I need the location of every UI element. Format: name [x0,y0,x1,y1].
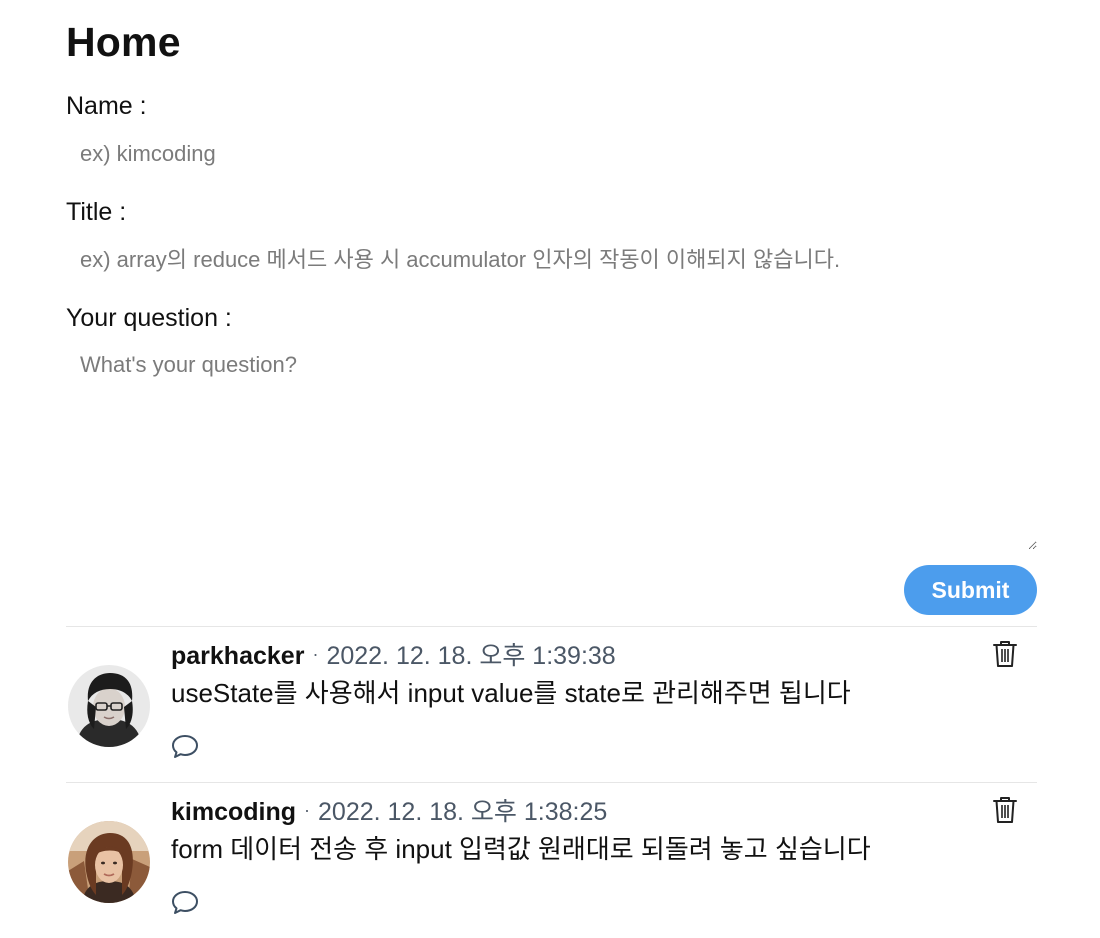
delete-button[interactable] [992,639,1018,669]
avatar [68,665,150,747]
avatar [68,821,150,903]
discussion-timestamp: 2022. 12. 18. 오후 1:38:25 [318,798,608,826]
title-label: Title : [66,198,127,226]
discussion-meta: kimcoding · 2022. 12. 18. 오후 1:38:25 [171,797,607,829]
trash-icon [993,641,1017,667]
avatar-image [68,821,150,903]
title-input[interactable] [66,240,1037,280]
meta-separator: · [304,800,311,820]
meta-separator: · [312,644,319,664]
trash-icon [993,797,1017,823]
discussion-item: kimcoding · 2022. 12. 18. 오후 1:38:25 form … [66,782,1037,938]
page-title: Home [66,19,181,65]
name-input[interactable] [66,134,1037,174]
question-label: Your question : [66,304,232,332]
discussion-meta: parkhacker · 2022. 12. 18. 오후 1:39:38 [171,641,616,673]
discussion-timestamp: 2022. 12. 18. 오후 1:39:38 [326,642,616,670]
discussion-author: kimcoding [171,798,297,826]
comment-button[interactable] [170,887,200,917]
delete-button[interactable] [992,795,1018,825]
submit-button[interactable]: Submit [904,565,1037,615]
question-textarea[interactable] [66,340,1037,550]
avatar-image [68,665,150,747]
home-page: Home Name : Title : Your question : Subm… [0,0,1100,938]
name-label: Name : [66,92,147,120]
comment-button[interactable] [170,731,200,761]
discussion-author: parkhacker [171,642,305,670]
speech-bubble-icon [172,891,198,914]
speech-bubble-icon [172,735,198,758]
discussion-item: parkhacker · 2022. 12. 18. 오후 1:39:38 useS… [66,626,1037,782]
discussion-content: useState를 사용해서 input value를 state로 관리해주면… [171,678,851,708]
discussion-list: parkhacker · 2022. 12. 18. 오후 1:39:38 useS… [66,626,1037,938]
discussion-content: form 데이터 전송 후 input 입력값 원래대로 되돌려 놓고 싶습니다 [171,834,871,864]
